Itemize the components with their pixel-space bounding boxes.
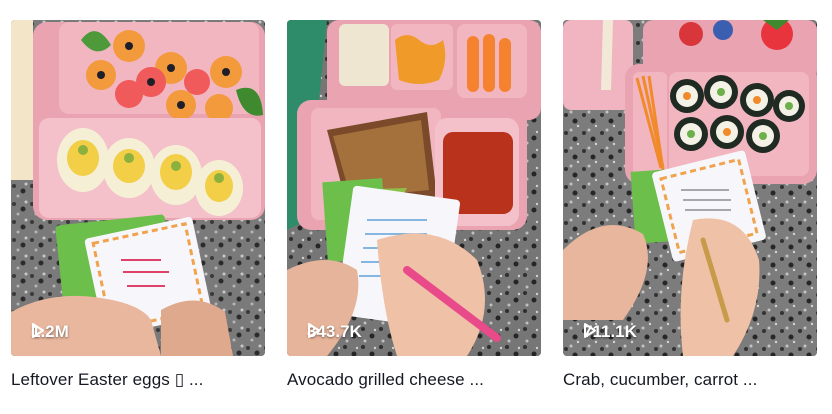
video-thumbnail[interactable]: 1.2M bbox=[11, 20, 265, 356]
video-caption[interactable]: Crab, cucumber, carrot ... bbox=[563, 370, 817, 390]
video-thumbnail[interactable]: 343.7K bbox=[287, 20, 541, 356]
thumbnail-image bbox=[11, 20, 265, 356]
thumbnail-image bbox=[287, 20, 541, 356]
video-card-3[interactable]: 711.1K Crab, cucumber, carrot ... bbox=[563, 20, 817, 390]
video-card-2[interactable]: 343.7K Avocado grilled cheese ... bbox=[287, 20, 541, 390]
video-grid: 1.2M Leftover Easter eggs ▯ ... 343.7K A… bbox=[0, 0, 832, 414]
video-caption[interactable]: Avocado grilled cheese ... bbox=[287, 370, 541, 390]
thumbnail-image bbox=[563, 20, 817, 356]
play-outline-icon bbox=[308, 323, 320, 338]
view-count: 343.7K bbox=[307, 322, 362, 342]
video-thumbnail[interactable]: 711.1K bbox=[563, 20, 817, 356]
video-caption[interactable]: Leftover Easter eggs ▯ ... bbox=[11, 370, 265, 390]
play-outline-icon bbox=[584, 323, 596, 338]
video-card-1[interactable]: 1.2M Leftover Easter eggs ▯ ... bbox=[11, 20, 265, 390]
view-count: 711.1K bbox=[583, 322, 637, 342]
view-count: 1.2M bbox=[31, 322, 69, 342]
play-outline-icon bbox=[32, 323, 44, 338]
